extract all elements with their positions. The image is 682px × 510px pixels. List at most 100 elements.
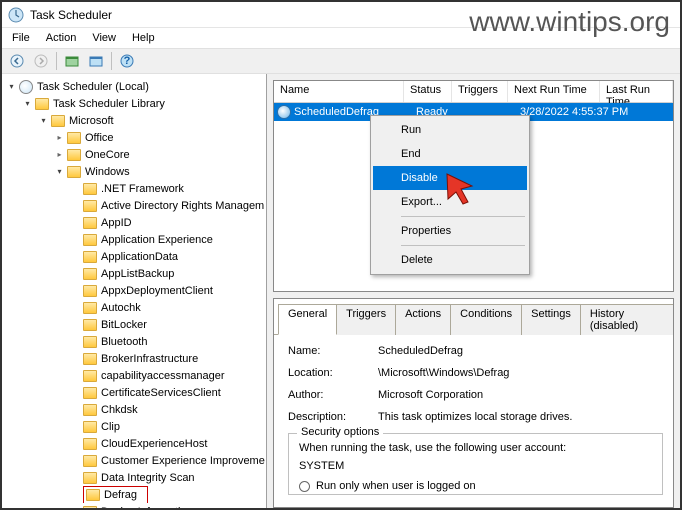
- tree-item[interactable]: Microsoft: [6, 112, 266, 129]
- expander[interactable]: [6, 81, 17, 92]
- list-header: Name Status Triggers Next Run Time Last …: [274, 81, 673, 103]
- tree-item[interactable]: AppxDeploymentClient: [6, 282, 266, 299]
- tree-item[interactable]: Bluetooth: [6, 333, 266, 350]
- tree-label: AppListBackup: [101, 266, 174, 282]
- help-button[interactable]: ?: [116, 50, 138, 72]
- folder-icon: [83, 353, 97, 365]
- author-label: Author:: [288, 389, 378, 401]
- folder-icon: [35, 98, 49, 110]
- ctx-properties[interactable]: Properties: [373, 219, 527, 243]
- ctx-run[interactable]: Run: [373, 118, 527, 142]
- tree-label: Customer Experience Improveme: [101, 453, 265, 469]
- expander[interactable]: [54, 166, 65, 177]
- tree-label: CloudExperienceHost: [101, 436, 207, 452]
- ctx-delete[interactable]: Delete: [373, 248, 527, 272]
- expander[interactable]: [54, 132, 65, 143]
- folder-icon: [83, 506, 97, 509]
- menu-action[interactable]: Action: [38, 30, 85, 46]
- tree-label: Task Scheduler (Local): [37, 79, 149, 95]
- tree-item[interactable]: Chkdsk: [6, 401, 266, 418]
- tab-actions[interactable]: Actions: [395, 304, 451, 335]
- folder-icon: [83, 387, 97, 399]
- expander[interactable]: [22, 98, 33, 109]
- menu-help[interactable]: Help: [124, 30, 163, 46]
- tree-item[interactable]: BrokerInfrastructure: [6, 350, 266, 367]
- radio-logged-on[interactable]: [299, 481, 310, 492]
- tree-pane[interactable]: Task Scheduler (Local)Task Scheduler Lib…: [2, 74, 267, 508]
- tree-item[interactable]: Device Information: [6, 503, 266, 508]
- tree-label: capabilityaccessmanager: [101, 368, 225, 384]
- menu-view[interactable]: View: [84, 30, 124, 46]
- tree-item[interactable]: CloudExperienceHost: [6, 435, 266, 452]
- location-value: \Microsoft\Windows\Defrag: [378, 367, 509, 379]
- ctx-disable[interactable]: Disable: [373, 166, 527, 190]
- folder-icon: [67, 166, 81, 178]
- tree-label: Windows: [85, 164, 130, 180]
- tree-item[interactable]: Autochk: [6, 299, 266, 316]
- expander[interactable]: [54, 149, 65, 160]
- menu-file[interactable]: File: [4, 30, 38, 46]
- tree-item[interactable]: .NET Framework: [6, 180, 266, 197]
- folder-icon: [83, 200, 97, 212]
- expander[interactable]: [38, 115, 49, 126]
- security-user: SYSTEM: [299, 460, 652, 472]
- tree-item[interactable]: OneCore: [6, 146, 266, 163]
- tree-label: Data Integrity Scan: [101, 470, 195, 486]
- tree-item[interactable]: CertificateServicesClient: [6, 384, 266, 401]
- tree-label: Device Information: [101, 504, 193, 509]
- tree-label: BitLocker: [101, 317, 147, 333]
- folder-icon: [83, 404, 97, 416]
- col-triggers[interactable]: Triggers: [452, 81, 508, 102]
- tree-item[interactable]: Application Experience: [6, 231, 266, 248]
- tab-general[interactable]: General: [278, 304, 337, 335]
- security-line1: When running the task, use the following…: [299, 442, 652, 454]
- folder-icon: [83, 370, 97, 382]
- ctx-end[interactable]: End: [373, 142, 527, 166]
- col-next[interactable]: Next Run Time: [508, 81, 600, 102]
- tree-item[interactable]: Clip: [6, 418, 266, 435]
- tree-item[interactable]: Task Scheduler Library: [6, 95, 266, 112]
- tree-item[interactable]: Defrag: [6, 486, 266, 503]
- tree-label: ApplicationData: [101, 249, 178, 265]
- task-triggers: [458, 111, 514, 113]
- tab-triggers[interactable]: Triggers: [336, 304, 396, 335]
- tree-item[interactable]: Data Integrity Scan: [6, 469, 266, 486]
- tree-item[interactable]: AppListBackup: [6, 265, 266, 282]
- detail-tabs[interactable]: General Triggers Actions Conditions Sett…: [274, 303, 673, 335]
- folder-icon: [83, 302, 97, 314]
- tree-item[interactable]: BitLocker: [6, 316, 266, 333]
- tree-label: Chkdsk: [101, 402, 138, 418]
- tree-item[interactable]: ApplicationData: [6, 248, 266, 265]
- tree-label: Bluetooth: [101, 334, 147, 350]
- folder-icon: [83, 472, 97, 484]
- tree-item[interactable]: Active Directory Rights Managem: [6, 197, 266, 214]
- tree-label: Autochk: [101, 300, 141, 316]
- toolbar-btn-2[interactable]: [85, 50, 107, 72]
- tree-label: BrokerInfrastructure: [101, 351, 198, 367]
- ctx-export[interactable]: Export...: [373, 190, 527, 214]
- radio-logged-on-label: Run only when user is logged on: [316, 480, 476, 492]
- tree-item[interactable]: Task Scheduler (Local): [6, 78, 266, 95]
- selected-tree-item[interactable]: Defrag: [83, 486, 148, 503]
- toolbar-btn-1[interactable]: [61, 50, 83, 72]
- tree-item[interactable]: Windows: [6, 163, 266, 180]
- forward-button[interactable]: [30, 50, 52, 72]
- tree-item[interactable]: Customer Experience Improveme: [6, 452, 266, 469]
- tree-item[interactable]: AppID: [6, 214, 266, 231]
- folder-icon: [51, 115, 65, 127]
- col-name[interactable]: Name: [274, 81, 404, 102]
- toolbar: ?: [2, 48, 680, 74]
- tree-item[interactable]: Office: [6, 129, 266, 146]
- col-last[interactable]: Last Run Time: [600, 81, 673, 102]
- scheduler-icon: [19, 80, 33, 94]
- detail-pane: General Triggers Actions Conditions Sett…: [273, 298, 674, 508]
- tab-history[interactable]: History (disabled): [580, 304, 674, 335]
- context-menu[interactable]: Run End Disable Export... Properties Del…: [370, 115, 530, 275]
- folder-icon: [83, 268, 97, 280]
- tab-conditions[interactable]: Conditions: [450, 304, 522, 335]
- tree-item[interactable]: capabilityaccessmanager: [6, 367, 266, 384]
- task-next: 3/28/2022 4:55:37 PM: [514, 105, 634, 119]
- back-button[interactable]: [6, 50, 28, 72]
- tab-settings[interactable]: Settings: [521, 304, 581, 335]
- col-status[interactable]: Status: [404, 81, 452, 102]
